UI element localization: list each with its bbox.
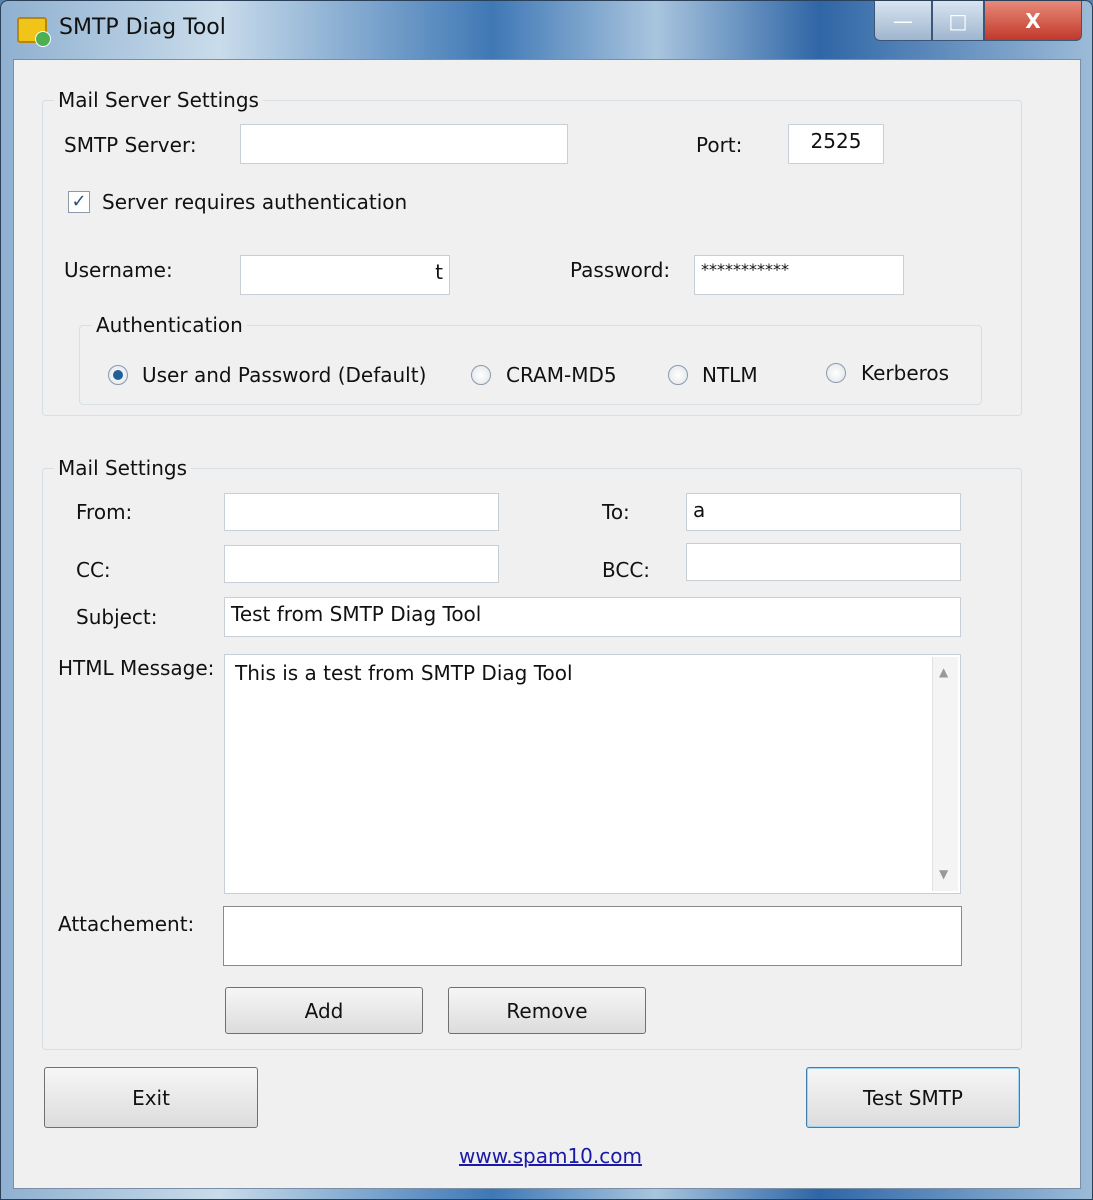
- maximize-button[interactable]: □: [932, 1, 984, 41]
- password-label: Password:: [570, 258, 671, 282]
- minimize-button[interactable]: —: [874, 1, 932, 41]
- radio-cram-md5-label: CRAM-MD5: [506, 363, 617, 387]
- html-message-label: HTML Message:: [58, 656, 215, 680]
- to-label: To:: [602, 500, 630, 524]
- window-title: SMTP Diag Tool: [59, 15, 226, 40]
- html-message-textarea[interactable]: This is a test from SMTP Diag Tool: [224, 654, 961, 894]
- title-bar[interactable]: SMTP Diag Tool — □ X: [1, 1, 1092, 59]
- port-label: Port:: [696, 133, 743, 157]
- authentication-label: Authentication: [92, 313, 247, 337]
- client-area: Mail Server Settings SMTP Server: Port: …: [13, 59, 1081, 1189]
- cc-label: CC:: [76, 558, 111, 582]
- mail-settings-label: Mail Settings: [54, 456, 192, 480]
- app-window: SMTP Diag Tool — □ X Mail Server Setting…: [0, 0, 1093, 1200]
- subject-input[interactable]: Test from SMTP Diag Tool: [224, 597, 961, 637]
- smtp-server-label: SMTP Server:: [64, 133, 197, 157]
- scroll-down-arrow-icon[interactable]: ▼: [939, 867, 948, 881]
- bcc-label: BCC:: [602, 558, 651, 582]
- smtp-server-input[interactable]: [240, 124, 568, 164]
- close-button[interactable]: X: [984, 1, 1082, 41]
- auth-required-checkbox[interactable]: ✓: [68, 191, 90, 213]
- test-smtp-button[interactable]: Test SMTP: [806, 1067, 1020, 1128]
- from-input[interactable]: [224, 493, 499, 531]
- website-link[interactable]: www.spam10.com: [459, 1144, 642, 1168]
- html-message-text: This is a test from SMTP Diag Tool: [235, 661, 573, 685]
- username-label: Username:: [64, 258, 173, 282]
- scroll-up-arrow-icon[interactable]: ▲: [939, 665, 948, 679]
- from-label: From:: [76, 500, 133, 524]
- mail-server-settings-label: Mail Server Settings: [54, 88, 263, 112]
- radio-cram-md5[interactable]: [471, 365, 491, 385]
- bcc-input[interactable]: [686, 543, 961, 581]
- exit-button[interactable]: Exit: [44, 1067, 258, 1128]
- password-input[interactable]: ***********: [694, 255, 904, 295]
- radio-kerberos[interactable]: [826, 363, 846, 383]
- message-scrollbar[interactable]: ▲ ▼: [932, 657, 958, 891]
- radio-ntlm-label: NTLM: [702, 363, 758, 387]
- radio-user-password[interactable]: [108, 365, 128, 385]
- port-input[interactable]: 2525: [788, 124, 884, 164]
- cc-input[interactable]: [224, 545, 499, 583]
- username-input[interactable]: t: [240, 255, 450, 295]
- remove-attachment-button[interactable]: Remove: [448, 987, 646, 1034]
- add-attachment-button[interactable]: Add: [225, 987, 423, 1034]
- attachment-label: Attachement:: [58, 912, 195, 936]
- radio-user-password-label: User and Password (Default): [142, 363, 427, 387]
- to-input[interactable]: a: [686, 493, 961, 531]
- app-mail-icon: [17, 17, 51, 47]
- radio-kerberos-label: Kerberos: [861, 361, 950, 385]
- subject-label: Subject:: [76, 605, 158, 629]
- radio-ntlm[interactable]: [668, 365, 688, 385]
- attachment-list[interactable]: [223, 906, 962, 966]
- auth-required-label: Server requires authentication: [102, 190, 408, 214]
